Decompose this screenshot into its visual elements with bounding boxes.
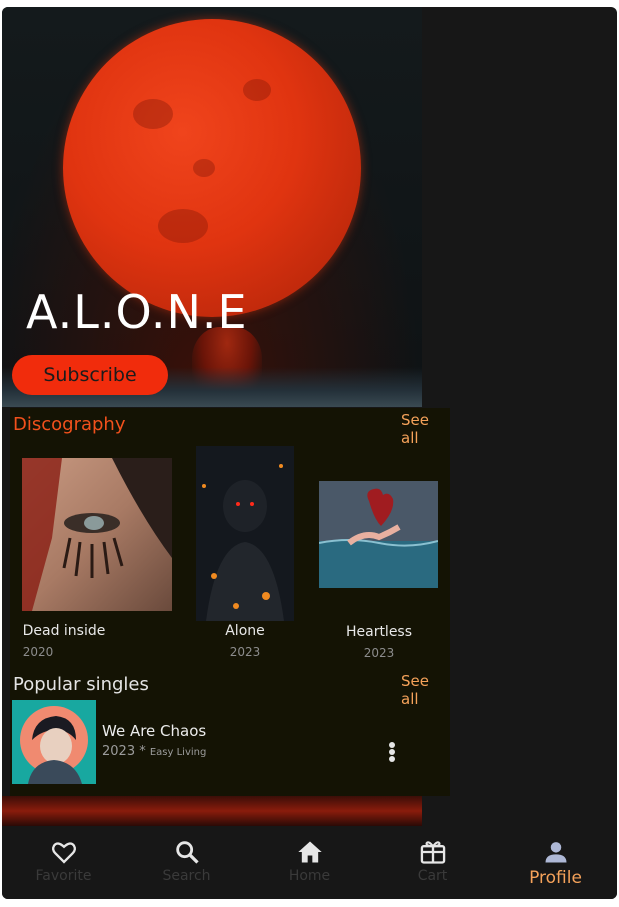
heart-icon [51,842,76,864]
album-title: Heartless [345,624,413,640]
album-year: 2023 [363,646,395,660]
artist-hero-image [2,7,422,407]
nav-item-cart[interactable]: Cart [371,835,494,895]
red-moon-artwork [63,19,361,317]
single-label: Easy Living [149,747,207,758]
single-title: We Are Chaos [102,722,207,740]
album-card-alone[interactable]: Alone 2023 [196,446,296,668]
discography-see-all-link[interactable]: See all [401,411,450,447]
discography-title: Discography [13,414,126,435]
artist-content-panel: Discography See all Dead inside 2020 Alo… [10,408,450,796]
nav-item-profile[interactable]: Profile [494,835,617,895]
hero-bottom-artwork [2,796,422,826]
album-year: 2020 [22,645,54,659]
home-icon [297,841,322,863]
bottom-navigation: Favorite Search Home Cart Profile [2,827,617,899]
nav-label: Home [288,868,331,884]
nav-item-home[interactable]: Home [248,835,371,895]
nav-item-search[interactable]: Search [125,835,248,895]
app-window: A.L.O.N.E Subscribe Discography See all [2,7,617,899]
album-title: Alone [225,623,265,639]
nav-item-favorite[interactable]: Favorite [2,835,125,895]
nav-label: Search [162,868,211,884]
single-meta: 2023 * Easy Living [102,744,206,759]
album-cover-heartless [319,481,438,588]
more-options-icon[interactable] [384,742,400,762]
subscribe-button[interactable]: Subscribe [12,355,168,395]
album-cover-dead-inside [22,458,172,611]
artist-name: A.L.O.N.E [26,285,248,339]
person-icon [545,842,566,863]
single-year: 2023 [102,744,136,759]
single-row-we-are-chaos[interactable]: We Are Chaos 2023 * Easy Living [12,700,450,784]
album-card-heartless[interactable]: Heartless 2023 [319,481,439,668]
album-cover-alone [196,446,294,621]
nav-label: Favorite [35,868,92,884]
single-cover-we-are-chaos [12,700,96,784]
search-icon [175,841,199,864]
single-separator: * [135,744,150,759]
popular-singles-title: Popular singles [13,674,149,695]
cart-icon [420,841,445,864]
nav-label: Profile [529,868,582,888]
window-bottom-edge [0,899,619,907]
nav-label: Cart [417,868,448,884]
album-title: Dead inside [22,623,106,639]
album-year: 2023 [229,645,261,659]
album-card-dead-inside[interactable]: Dead inside 2020 [22,458,172,668]
